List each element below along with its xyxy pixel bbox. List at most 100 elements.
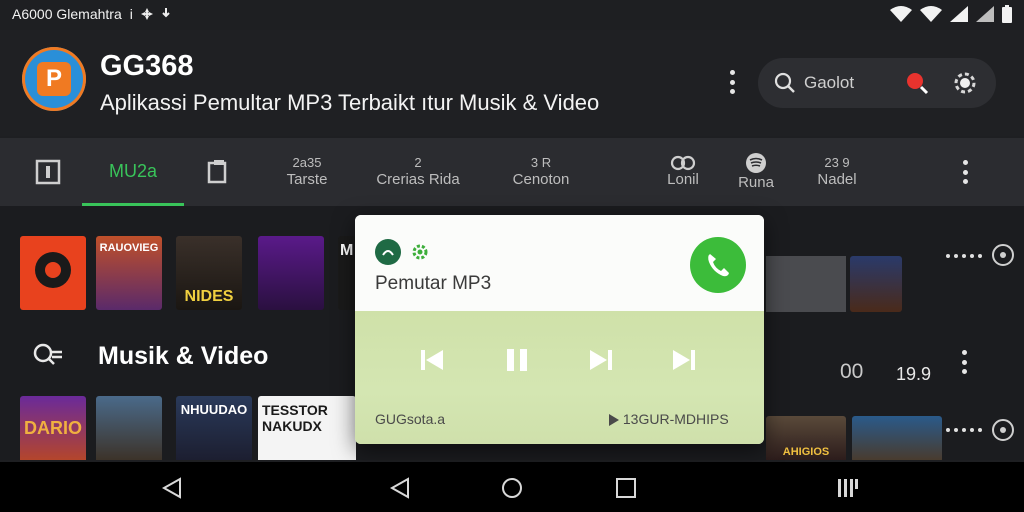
app-badge-icon <box>375 239 401 265</box>
gear-icon[interactable] <box>409 241 431 263</box>
tab-tarste[interactable]: 2a35 Tarste <box>270 138 344 206</box>
dot <box>1000 252 1006 258</box>
wifi-icon <box>890 6 912 22</box>
menu-icon[interactable] <box>836 477 860 499</box>
gear-icon[interactable] <box>950 68 980 98</box>
status-carrier-text: A6000 Glemahtra <box>12 6 122 22</box>
album-thumbnail[interactable]: TESSTOR NAKUDX <box>258 396 356 460</box>
time-value: 19.9 <box>896 364 932 384</box>
row-more-button[interactable] <box>946 428 982 432</box>
status-bar: A6000 Glemahtra i <box>0 0 1024 28</box>
section-title: Musik & Video <box>98 342 269 370</box>
tab-top: 23 9 <box>824 155 850 171</box>
tab-top: 2a35 <box>292 155 322 171</box>
search-list-icon[interactable] <box>32 342 64 372</box>
home-icon[interactable] <box>500 477 524 499</box>
tab-label: Cenoton <box>512 170 570 188</box>
track-info: 13GUR-MDHIPS <box>609 411 729 427</box>
track-artist: GUGsota.a <box>375 411 446 427</box>
dot <box>962 179 968 184</box>
back-icon[interactable] <box>388 477 412 499</box>
tab-label: Tarste <box>286 170 328 188</box>
skip-next-icon[interactable] <box>667 343 701 377</box>
record-icon[interactable] <box>904 70 930 96</box>
album-thumbnail[interactable]: NIDES <box>176 236 242 310</box>
search-icon <box>774 72 795 93</box>
tab-cenoton[interactable]: 3 R Cenoton <box>500 138 582 206</box>
dot <box>729 89 735 94</box>
album-thumbnail[interactable] <box>852 416 942 460</box>
track-duration: 13GUR-MDHIPS <box>622 411 729 427</box>
tab-label: Nadel <box>817 170 857 188</box>
section-more-button[interactable] <box>956 346 972 378</box>
album-title: NHUUDAO <box>180 402 248 417</box>
tab-nadel[interactable]: 23 9 Nadel <box>808 138 866 206</box>
row-scroll-button[interactable] <box>992 419 1014 441</box>
download-icon <box>162 8 170 18</box>
album-title: M <box>340 242 354 259</box>
dot <box>729 79 735 85</box>
signal-icon <box>950 6 968 22</box>
tab-music[interactable]: MU2a <box>82 138 184 206</box>
row-more-button[interactable] <box>946 254 982 258</box>
search-box[interactable]: Gaolot <box>758 58 996 108</box>
tab-crerias-rida[interactable]: 2 Crerias Rida <box>370 138 466 206</box>
header-more-button[interactable] <box>724 66 740 98</box>
dot <box>961 350 967 355</box>
dot <box>978 428 982 432</box>
call-button[interactable] <box>690 237 746 293</box>
album-thumbnail[interactable]: NHUUDAO <box>176 396 252 460</box>
app-logo: P <box>22 47 86 111</box>
signal-icon <box>976 6 994 22</box>
album-thumbnail[interactable]: AHIGIOS <box>766 416 846 460</box>
album-thumbnail[interactable]: RAUOVIEG <box>96 236 162 310</box>
dot <box>962 160 968 165</box>
dot <box>1000 427 1006 433</box>
album-thumbnail[interactable] <box>20 236 86 310</box>
phone-icon <box>708 254 729 277</box>
player-header: Pemutar MP3 <box>355 215 764 311</box>
copy-icon <box>207 160 227 184</box>
app-header: P GG368 Aplikassi Pemultar MP3 Terbaikt … <box>0 30 1024 136</box>
previous-icon[interactable] <box>415 343 449 377</box>
tab-label: Crerias Rida <box>376 170 460 188</box>
album-title: AHIGIOS <box>782 446 830 458</box>
dot <box>961 359 967 365</box>
dot <box>962 254 966 258</box>
app-subtitle: Aplikassi Pemultar MP3 Terbaikt ıtur Mus… <box>100 90 600 115</box>
tab-label: Runa <box>738 174 774 191</box>
tab-runa[interactable]: Runa <box>730 138 782 206</box>
play-small-icon <box>609 414 619 427</box>
back-icon[interactable] <box>160 477 184 499</box>
pause-icon[interactable] <box>500 343 534 377</box>
tab-frame[interactable] <box>24 138 72 206</box>
album-thumbnail[interactable]: M <box>338 236 356 310</box>
tab-lonil[interactable]: Lonil <box>658 138 708 206</box>
album-thumbnail[interactable] <box>766 256 846 312</box>
recents-icon[interactable] <box>614 477 638 499</box>
dot <box>970 254 974 258</box>
battery-icon <box>1002 5 1012 23</box>
album-thumbnail[interactable]: DARIO <box>20 396 86 460</box>
status-mark: i <box>129 6 133 22</box>
dot <box>970 428 974 432</box>
album-title: DARIO <box>24 418 82 438</box>
logo-p-icon: P <box>37 62 71 96</box>
album-thumbnail[interactable] <box>850 256 902 312</box>
row-scroll-button[interactable] <box>992 244 1014 266</box>
dot <box>962 169 968 175</box>
tab-copy[interactable] <box>196 138 240 206</box>
dot <box>729 70 735 75</box>
dot <box>962 428 966 432</box>
album-title: RAUOVIEG <box>99 242 159 254</box>
tab-top: 2 <box>414 155 422 171</box>
next-icon[interactable] <box>584 343 618 377</box>
square-frame-icon <box>35 159 61 185</box>
app-name: GG368 <box>100 50 194 82</box>
tabs-more-button[interactable] <box>957 156 973 188</box>
album-thumbnail[interactable] <box>96 396 162 460</box>
wifi-icon <box>920 6 942 22</box>
tab-label: Lonil <box>667 171 699 188</box>
album-thumbnail[interactable] <box>258 236 324 310</box>
mp3-player-card[interactable]: Pemutar MP3 GUGsota.a 13GUR-MDHIPS <box>355 215 764 444</box>
